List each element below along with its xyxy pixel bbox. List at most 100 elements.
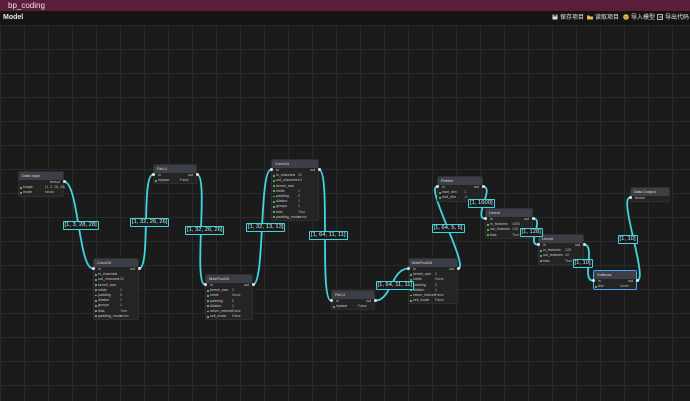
- param-dot-icon: [273, 185, 275, 188]
- param-row[interactable]: mode rando: [19, 190, 63, 195]
- graph-canvas[interactable]: [0, 25, 690, 401]
- param-dot-icon: [95, 305, 97, 307]
- param-key: inplace: [336, 304, 348, 309]
- param-key: padding_mode: [276, 214, 300, 219]
- node-conv2d-2[interactable]: Conv2d in out in_channels 32 out_channels 64 ke…: [271, 159, 319, 221]
- node-title[interactable]: ReLU: [154, 165, 196, 173]
- output-pin[interactable]: [531, 217, 535, 221]
- node-maxpool-1[interactable]: MaxPool2d in out kernel_size 2 stride None padd…: [205, 274, 253, 321]
- load-project-button[interactable]: 读取项目: [587, 12, 619, 21]
- save-project-button[interactable]: 保存项目: [552, 12, 584, 21]
- folder-icon: [587, 14, 593, 20]
- param-value-input[interactable]: False: [232, 314, 241, 319]
- param-row[interactable]: inplace False: [332, 304, 374, 309]
- param-dot-icon: [540, 255, 542, 257]
- edge-shape-label: [1, 3, 28, 28]: [62, 221, 99, 231]
- node-flatten[interactable]: Flatten in out start_dim 1 end_dim -1: [437, 176, 483, 202]
- param-dot-icon: [95, 299, 97, 302]
- param-value-input[interactable]: True: [512, 233, 519, 238]
- node-title[interactable]: MaxPool2d: [409, 259, 457, 267]
- export-code-button[interactable]: 导出代码: [657, 12, 689, 21]
- node-relu-2[interactable]: ReLU in out inplace False: [331, 290, 375, 311]
- input-pin[interactable]: [91, 267, 95, 271]
- output-pin[interactable]: [62, 180, 66, 184]
- node-title[interactable]: Linear: [539, 235, 583, 243]
- param-dot-icon: [95, 310, 97, 312]
- node-title[interactable]: Data Output: [631, 188, 669, 196]
- window-title: bp_coding: [8, 1, 45, 10]
- output-pin[interactable]: [317, 168, 321, 172]
- node-title[interactable]: Flatten: [438, 177, 482, 185]
- param-row[interactable]: ceil_mode False: [206, 314, 252, 319]
- param-dot-icon: [410, 299, 412, 302]
- param-dot-icon: [20, 186, 22, 189]
- node-title[interactable]: Data Input: [19, 172, 63, 180]
- node-title[interactable]: Conv2d: [272, 160, 318, 168]
- input-pin[interactable]: [269, 168, 273, 172]
- param-value-input[interactable]: False: [180, 178, 189, 183]
- param-dot-icon: [207, 310, 209, 313]
- node-conv2d-1[interactable]: Conv2d in out in_channels out_channels 32 kern…: [93, 258, 139, 320]
- node-data-output[interactable]: Data Output tensor: [630, 187, 670, 203]
- output-pin[interactable]: [582, 243, 586, 247]
- input-pin[interactable]: [483, 217, 487, 221]
- node-title[interactable]: ReLU: [332, 291, 374, 299]
- param-value-input[interactable]: zeros: [298, 215, 307, 220]
- param-value-input[interactable]: False: [358, 304, 367, 309]
- param-dot-icon: [333, 305, 335, 308]
- import-model-button[interactable]: 导入模型: [623, 12, 655, 21]
- node-title[interactable]: MaxPool2d: [206, 275, 252, 283]
- param-dot-icon: [207, 295, 209, 297]
- output-pin[interactable]: [456, 267, 460, 271]
- param-row[interactable]: dim None: [594, 284, 636, 289]
- input-pin[interactable]: [591, 279, 595, 283]
- param-dot-icon: [155, 179, 157, 182]
- input-pin[interactable]: [536, 243, 540, 247]
- param-key: end_dim: [442, 195, 456, 200]
- param-dot-icon: [273, 190, 275, 193]
- param-row[interactable]: padding_mode zeros: [94, 314, 138, 319]
- param-key: dim: [598, 284, 604, 289]
- param-row[interactable]: inplace False: [154, 178, 196, 183]
- edge-shape-label: [1, 1600]: [468, 198, 495, 208]
- param-value-input[interactable]: zeros: [120, 314, 129, 319]
- node-title[interactable]: Softmax: [594, 271, 636, 279]
- edge-shape-label: [1, 64, 11, 11]: [375, 280, 415, 290]
- param-value-input[interactable]: None: [620, 284, 629, 289]
- node-title[interactable]: Linear: [486, 209, 532, 217]
- output-pin[interactable]: [373, 299, 377, 303]
- param-dot-icon: [273, 180, 275, 182]
- param-row[interactable]: padding_mode zeros: [272, 215, 318, 220]
- output-pin[interactable]: [195, 173, 199, 177]
- output-pin[interactable]: [481, 185, 485, 189]
- node-relu-1[interactable]: ReLU in out inplace False: [153, 164, 197, 185]
- export-icon: [657, 13, 663, 20]
- param-dot-icon: [410, 289, 412, 292]
- input-pin[interactable]: [329, 299, 333, 303]
- output-pin[interactable]: [137, 267, 141, 271]
- param-value-input[interactable]: False: [435, 298, 444, 303]
- node-data-input[interactable]: Data Input tensor shape (1, 3, 28, 28) mode r…: [18, 171, 65, 197]
- input-pin[interactable]: [435, 185, 439, 189]
- node-softmax[interactable]: Softmax in out dim None: [593, 270, 637, 291]
- param-value-input[interactable]: rando: [45, 190, 54, 195]
- param-dot-icon: [487, 223, 489, 226]
- output-pin[interactable]: [635, 279, 639, 283]
- param-dot-icon: [207, 305, 209, 308]
- input-pin[interactable]: [406, 267, 410, 271]
- input-pin[interactable]: [203, 283, 207, 287]
- param-key: padding_mode: [98, 313, 122, 318]
- param-value-input[interactable]: True: [565, 259, 572, 264]
- param-row[interactable]: ceil_mode False: [409, 298, 457, 303]
- node-title[interactable]: Conv2d: [94, 259, 138, 267]
- param-value-input[interactable]: -1: [464, 195, 467, 200]
- save-icon: [552, 14, 558, 20]
- output-pin[interactable]: [251, 283, 255, 287]
- title-bar: bp_coding: [0, 0, 690, 11]
- param-key: bias: [543, 258, 550, 263]
- input-pin[interactable]: [151, 173, 155, 177]
- node-maxpool-2[interactable]: MaxPool2d in out kernel_size 2 stride None padd…: [408, 258, 458, 305]
- param-dot-icon: [273, 195, 275, 198]
- input-pin[interactable]: [628, 196, 632, 200]
- param-dot-icon: [207, 315, 209, 318]
